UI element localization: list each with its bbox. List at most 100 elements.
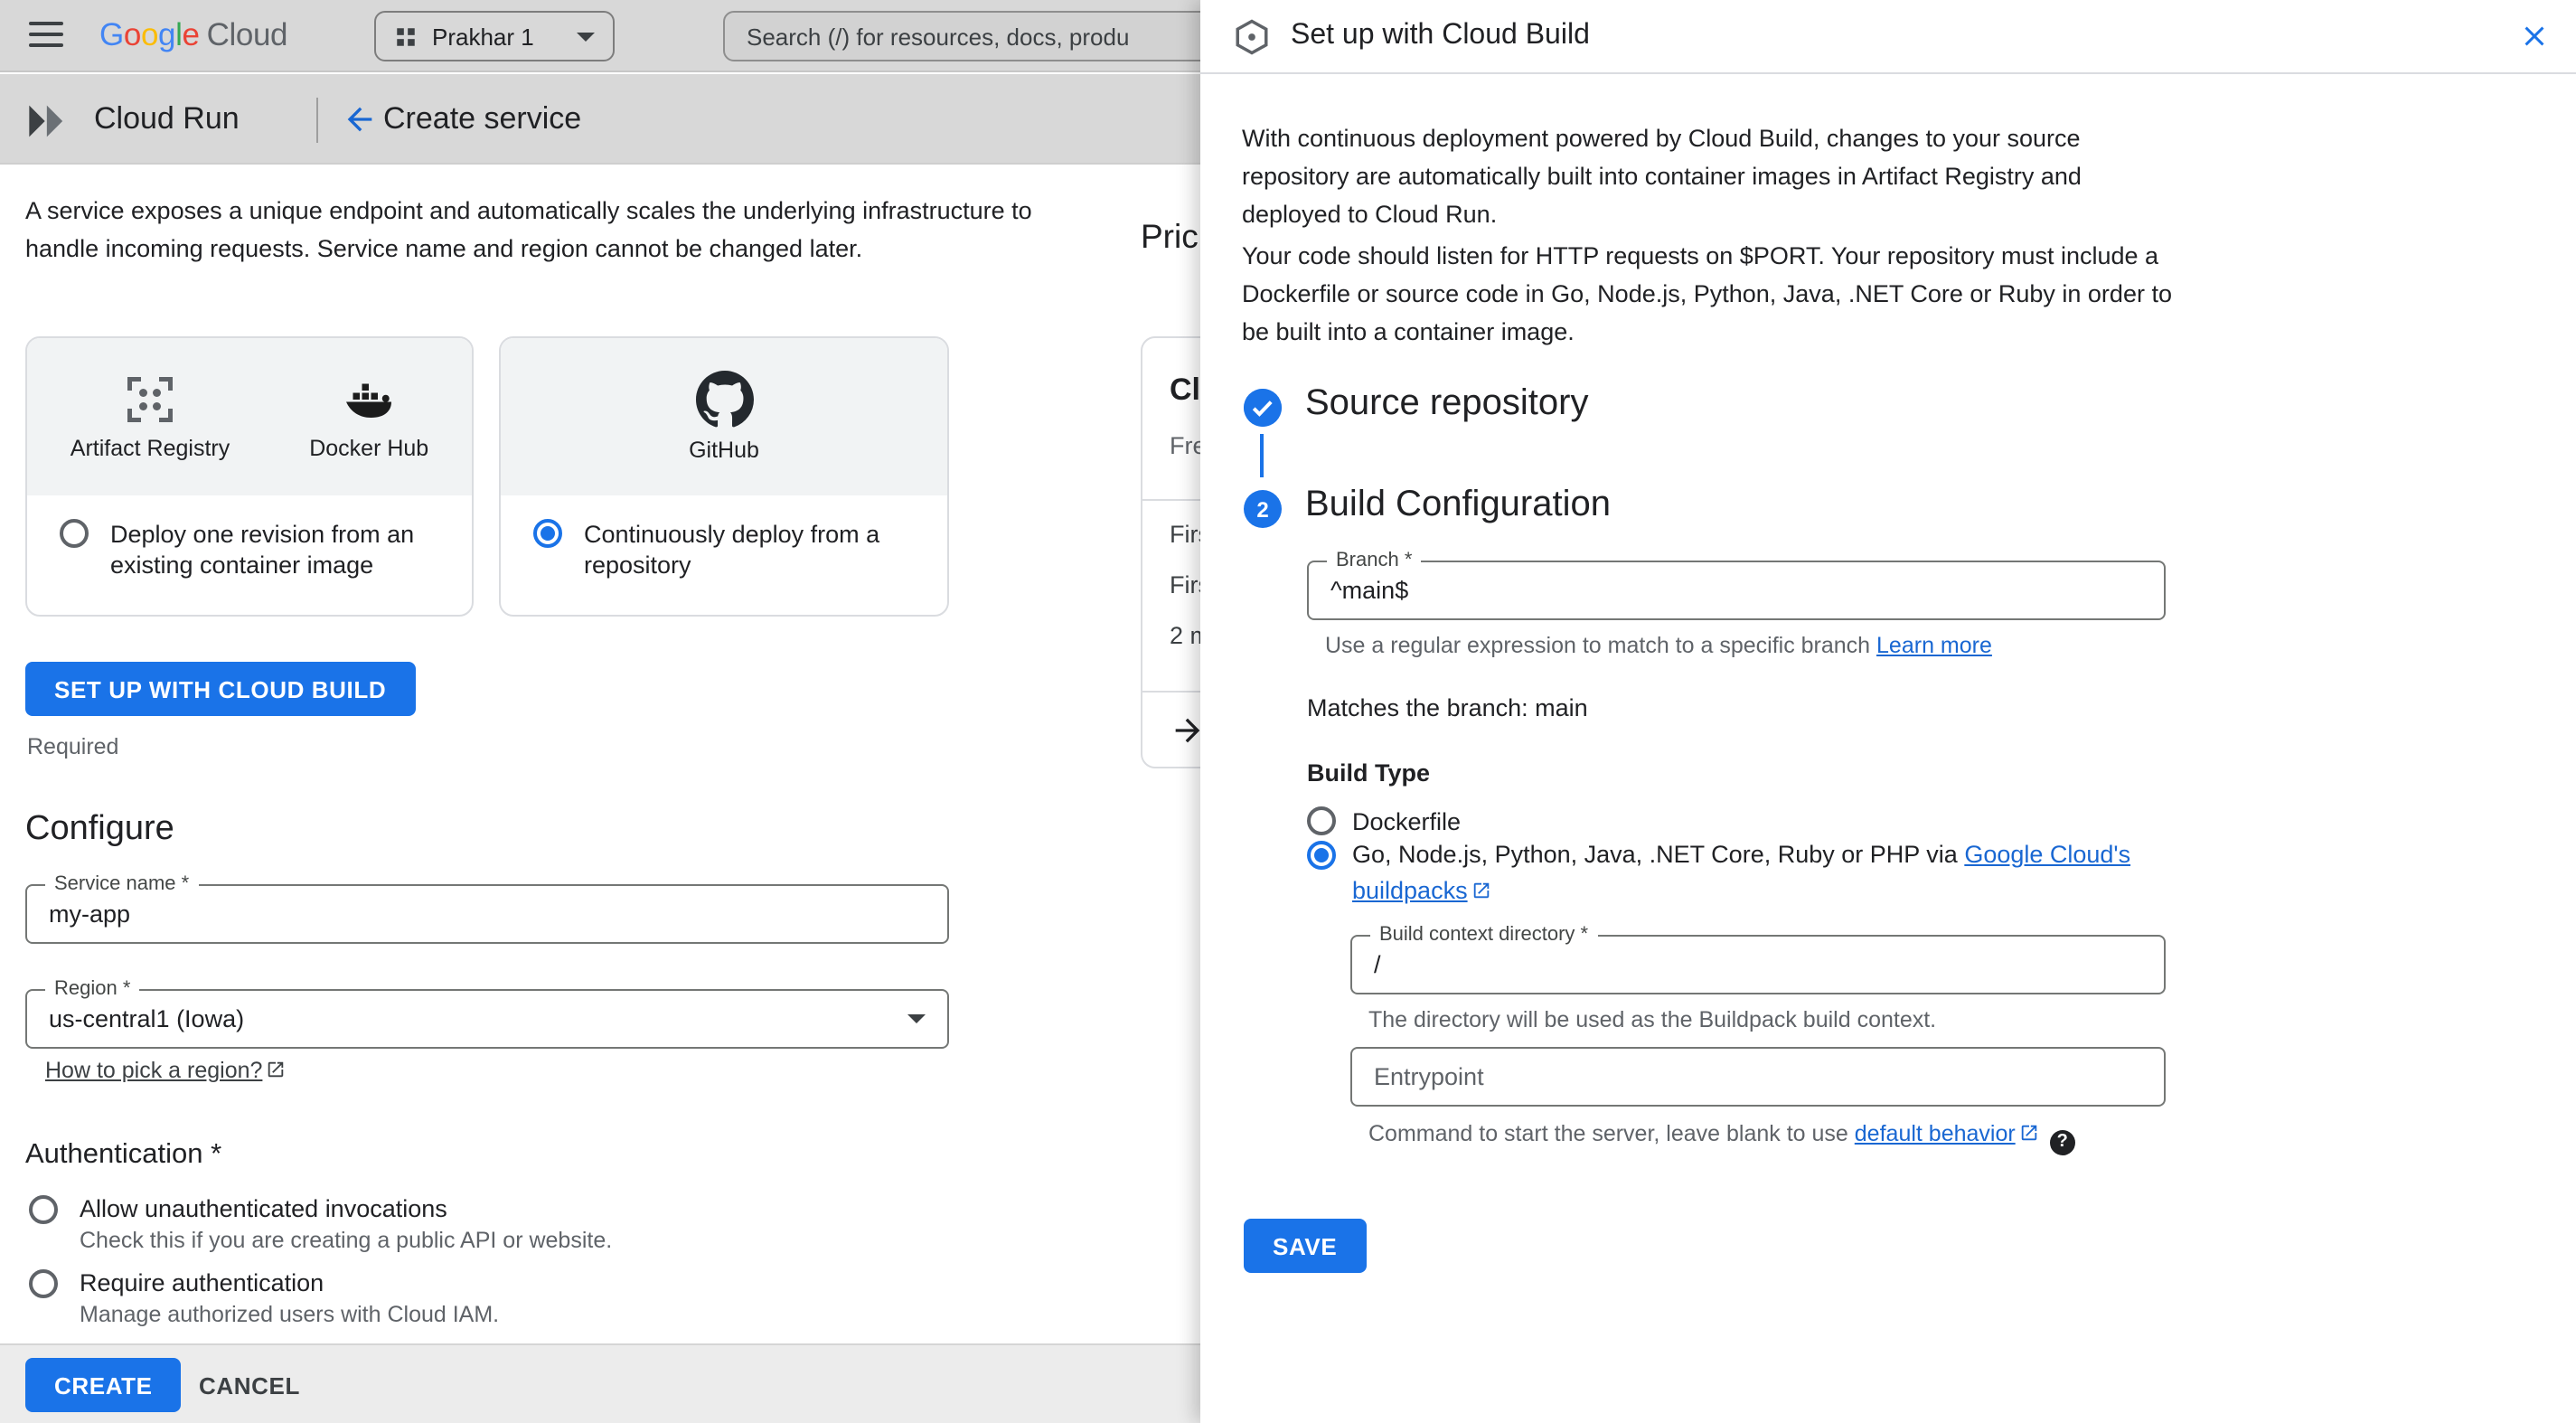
project-grid-icon bbox=[397, 27, 415, 45]
step-1-check-icon bbox=[1244, 389, 1282, 427]
context-dir-field: Build context directory * bbox=[1350, 924, 2166, 994]
search-input[interactable] bbox=[725, 13, 1231, 60]
create-button[interactable]: CREATE bbox=[25, 1358, 182, 1412]
deploy-repo-radio[interactable] bbox=[533, 519, 562, 548]
service-name-label: Service name * bbox=[45, 873, 199, 895]
default-behavior-link-text: default behavior bbox=[1854, 1121, 2016, 1146]
external-link-icon bbox=[1473, 882, 1489, 899]
menu-icon[interactable] bbox=[29, 22, 63, 49]
artifact-registry-icon bbox=[127, 377, 173, 422]
setup-cloud-build-button[interactable]: SET UP WITH CLOUD BUILD bbox=[25, 662, 416, 716]
search-bar bbox=[723, 11, 1233, 61]
cloud-build-icon bbox=[1236, 18, 1268, 54]
repository-card: GitHub Continuously deploy from a reposi… bbox=[499, 336, 949, 617]
repository-card-header: GitHub bbox=[501, 338, 947, 495]
branch-field: Branch * bbox=[1307, 550, 2166, 620]
allow-unauth-label[interactable]: Allow unauthenticated invocations bbox=[80, 1195, 447, 1224]
context-dir-label: Build context directory * bbox=[1370, 924, 1598, 946]
divider bbox=[316, 98, 318, 143]
page-title: Create service bbox=[383, 101, 582, 136]
deploy-existing-option[interactable]: Deploy one revision from an existing con… bbox=[27, 495, 472, 580]
branch-match-text: Matches the branch: main bbox=[1307, 694, 1588, 721]
allow-unauth-desc: Check this if you are creating a public … bbox=[80, 1228, 613, 1253]
panel-body: With continuous deployment powered by Cl… bbox=[1200, 74, 2576, 1423]
save-button[interactable]: SAVE bbox=[1244, 1219, 1367, 1273]
branch-helper-text: Use a regular expression to match to a s… bbox=[1325, 633, 1877, 658]
deploy-repo-option[interactable]: Continuously deploy from a repository bbox=[501, 495, 947, 580]
cloud-run-icon bbox=[29, 105, 63, 137]
external-link-icon bbox=[2021, 1125, 2036, 1141]
back-arrow-icon[interactable] bbox=[342, 101, 378, 137]
allow-unauth-radio[interactable] bbox=[29, 1195, 58, 1224]
docker-icon bbox=[346, 383, 392, 418]
chevron-down-icon bbox=[907, 1014, 926, 1023]
docker-hub-option: Docker Hub bbox=[309, 372, 428, 461]
region-select[interactable]: us-central1 (Iowa) bbox=[27, 991, 947, 1047]
github-option: GitHub bbox=[689, 371, 759, 463]
logo-letter: G bbox=[99, 16, 124, 52]
dockerfile-radio[interactable] bbox=[1307, 806, 1336, 835]
default-behavior-link[interactable]: default behavior bbox=[1855, 1121, 2039, 1146]
pricing-card-title: Cl bbox=[1170, 372, 1200, 407]
deploy-existing-label[interactable]: Deploy one revision from an existing con… bbox=[110, 519, 439, 580]
step-2-badge: 2 bbox=[1244, 490, 1282, 528]
require-auth-option[interactable]: Require authentication bbox=[29, 1269, 324, 1298]
existing-image-card: Artifact Registry Docker Hub Deploy one … bbox=[25, 336, 474, 617]
buildpacks-radio[interactable] bbox=[1307, 841, 1336, 870]
learn-more-link[interactable]: Learn more bbox=[1876, 633, 1992, 658]
logo-letter: l bbox=[175, 16, 183, 52]
step-1-title: Source repository bbox=[1305, 383, 1589, 423]
allow-unauth-option[interactable]: Allow unauthenticated invocations bbox=[29, 1195, 447, 1224]
github-label: GitHub bbox=[689, 438, 759, 463]
buildpacks-option-label[interactable]: Go, Node.js, Python, Java, .NET Core, Ru… bbox=[1352, 837, 2187, 909]
artifact-registry-option: Artifact Registry bbox=[71, 372, 230, 461]
pricing-heading: Pric bbox=[1141, 217, 1199, 255]
close-button[interactable] bbox=[2518, 20, 2551, 52]
buildpacks-option-prefix: Go, Node.js, Python, Java, .NET Core, Ru… bbox=[1352, 841, 1965, 868]
external-link-icon bbox=[268, 1061, 284, 1078]
product-name[interactable]: Cloud Run bbox=[94, 101, 240, 137]
entrypoint-field bbox=[1350, 1047, 2166, 1107]
project-name: Prakhar 1 bbox=[432, 23, 534, 50]
step-connector bbox=[1260, 434, 1264, 477]
close-icon bbox=[2524, 26, 2544, 46]
panel-intro-1: With continuous deployment powered by Cl… bbox=[1242, 125, 2082, 228]
entrypoint-helper: Command to start the server, leave blank… bbox=[1368, 1121, 2075, 1154]
logo-letter: e bbox=[182, 16, 200, 52]
panel-intro-2: Your code should listen for HTTP request… bbox=[1242, 242, 2172, 345]
logo-cloud-text: Cloud bbox=[206, 16, 288, 52]
entrypoint-input[interactable] bbox=[1352, 1049, 2164, 1105]
region-help-link-text: How to pick a region? bbox=[45, 1058, 263, 1083]
region-help-link[interactable]: How to pick a region? bbox=[45, 1058, 286, 1083]
require-auth-desc: Manage authorized users with Cloud IAM. bbox=[80, 1302, 500, 1327]
project-selector[interactable]: Prakhar 1 bbox=[374, 11, 615, 61]
deploy-repo-label[interactable]: Continuously deploy from a repository bbox=[584, 519, 909, 580]
google-cloud-logo[interactable]: Google Cloud bbox=[99, 16, 287, 54]
build-type-label: Build Type bbox=[1307, 759, 1431, 787]
branch-helper: Use a regular expression to match to a s… bbox=[1325, 633, 1992, 658]
configure-heading: Configure bbox=[25, 810, 174, 848]
help-icon[interactable]: ? bbox=[2049, 1129, 2075, 1154]
entrypoint-helper-text: Command to start the server, leave blank… bbox=[1368, 1121, 1855, 1146]
panel-title: Set up with Cloud Build bbox=[1291, 20, 1590, 51]
context-dir-helper: The directory will be used as the Buildp… bbox=[1368, 1007, 1937, 1032]
region-field[interactable]: Region * us-central1 (Iowa) bbox=[25, 978, 949, 1049]
cancel-button[interactable]: CANCEL bbox=[177, 1358, 322, 1412]
panel-header: Set up with Cloud Build bbox=[1200, 0, 2576, 74]
deploy-existing-radio[interactable] bbox=[60, 519, 89, 548]
step-2-title: Build Configuration bbox=[1305, 485, 1611, 524]
branch-input[interactable] bbox=[1309, 562, 2164, 618]
dockerfile-option-label[interactable]: Dockerfile bbox=[1352, 805, 1461, 841]
chevron-down-icon bbox=[577, 32, 595, 41]
artifact-registry-label: Artifact Registry bbox=[70, 436, 230, 461]
require-auth-label[interactable]: Require authentication bbox=[80, 1269, 324, 1298]
authentication-heading: Authentication * bbox=[25, 1139, 222, 1170]
logo-letter: o bbox=[123, 16, 141, 52]
docker-hub-label: Docker Hub bbox=[309, 436, 429, 461]
require-auth-radio[interactable] bbox=[29, 1269, 58, 1298]
required-note: Required bbox=[27, 734, 119, 759]
cloud-build-panel: Set up with Cloud Build With continuous … bbox=[1200, 0, 2576, 1423]
service-description: A service exposes a unique endpoint and … bbox=[25, 197, 1032, 262]
github-icon bbox=[695, 371, 753, 428]
gcp-console: GoogleCloud Prakhar 1 Cloud Run Create s… bbox=[0, 0, 2576, 1423]
